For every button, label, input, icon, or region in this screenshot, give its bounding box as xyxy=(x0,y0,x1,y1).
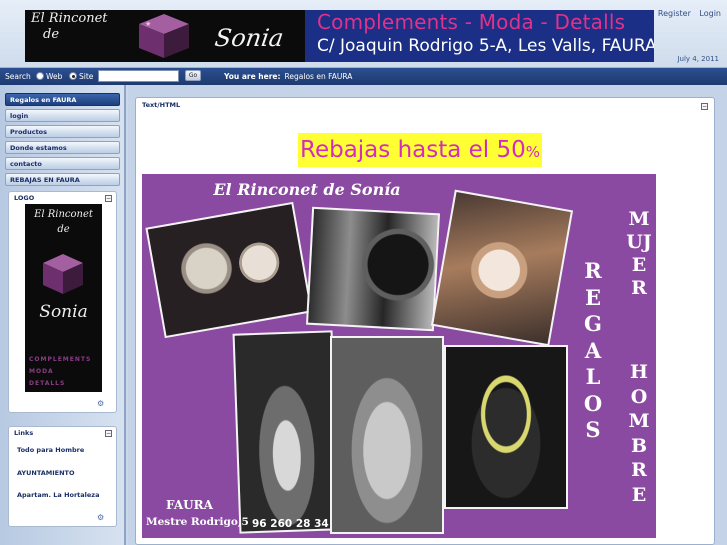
main-content: Text/HTML − Rebajas hasta el 50% El Rinc… xyxy=(128,85,727,545)
sale-percent-sign: % xyxy=(525,143,541,161)
link-apartam-la-hortaleza[interactable]: Apartam. La Hortaleza xyxy=(17,491,99,499)
banner-address: C/ Joaquin Rodrigo 5-A, Les Valls, FAURA xyxy=(317,36,654,56)
nav-item-contacto[interactable]: contacto xyxy=(5,157,120,170)
poster-place: FAURA xyxy=(166,498,213,512)
dress-photo xyxy=(330,336,444,534)
nav-item-login[interactable]: login xyxy=(5,109,120,122)
login-link[interactable]: Login xyxy=(699,9,721,18)
register-link[interactable]: Register xyxy=(658,9,691,18)
header-date: July 4, 2011 xyxy=(677,55,719,63)
logo-tag: DETALLS xyxy=(29,380,66,387)
link-todo-para-hombre[interactable]: Todo para Hombre xyxy=(17,446,84,454)
handbag-photo xyxy=(232,330,340,534)
site-header: El Rinconet de ★ Sonia Complements - Mod… xyxy=(0,0,727,68)
header-links: Register Login xyxy=(652,9,721,18)
banner-tagline: Complements - Moda - Detalls xyxy=(317,10,626,34)
nav-item-rebajas-en-faura[interactable]: REBAJAS EN FAURA xyxy=(5,173,120,186)
poster-regalos: REGALOS xyxy=(583,258,603,442)
cube-logo-icon xyxy=(43,254,83,294)
radio-web-icon[interactable] xyxy=(36,72,44,80)
collapse-icon[interactable]: − xyxy=(701,103,708,110)
site-logo[interactable]: El Rinconet de Sonia COMPLEMENTS MODA DE… xyxy=(25,204,102,392)
logo-name: Sonia xyxy=(39,302,88,322)
promo-poster: El Rinconet de Sonía REGALOS MUJER HOMBR… xyxy=(142,174,656,538)
breadcrumb-prefix: You are here: xyxy=(224,72,281,81)
search-input[interactable] xyxy=(98,70,179,82)
breadcrumb: You are here: Regalos en FAURA xyxy=(224,72,352,81)
nav-item-regalos-en-faura[interactable]: Regalos en FAURA xyxy=(5,93,120,106)
logo-script: El Rinconet de xyxy=(25,207,102,237)
poster-phone: 96 260 28 34 xyxy=(252,518,329,530)
logo-line1: El Rinconet xyxy=(34,209,93,220)
banner-script-line2: de xyxy=(43,27,60,42)
logo-tags: COMPLEMENTS MODA DETALLS xyxy=(29,354,91,390)
search-bar: Search Web Site Go You are here: Regalos … xyxy=(0,68,727,85)
nav-item-donde-estamos[interactable]: Donde estamos xyxy=(5,141,120,154)
logo-line2: de xyxy=(57,224,70,235)
gold-watch-photo xyxy=(430,189,574,347)
bracelets-photo xyxy=(305,206,441,332)
logo-tag: MODA xyxy=(29,368,54,375)
banner-script-line1: El Rinconet xyxy=(31,11,108,26)
banner-info: Complements - Moda - Detalls C/ Joaquin … xyxy=(305,10,654,62)
search-label: Search xyxy=(5,72,31,81)
logo-tag: COMPLEMENTS xyxy=(29,356,92,363)
svg-text:★: ★ xyxy=(145,20,151,28)
sale-heading: Rebajas hasta el 50% xyxy=(298,133,543,167)
banner-name: Sonia xyxy=(213,24,286,52)
links-panel: Links − Todo para Hombre AYUNTAMIENTO Ap… xyxy=(8,426,117,527)
poster-mujer: MUJER xyxy=(626,208,652,299)
edit-settings-icon[interactable]: ⚙ xyxy=(97,514,107,522)
cube-logo-icon: ★ xyxy=(139,14,189,58)
necklace-photo xyxy=(444,345,568,509)
sale-text: Rebajas hasta el 50 xyxy=(300,137,526,163)
left-sidebar: Regalos en FAURA login Productos Donde e… xyxy=(0,85,126,545)
watches-photo xyxy=(145,201,313,339)
collapse-icon[interactable]: − xyxy=(105,430,112,437)
banner-script-text: El Rinconet de xyxy=(31,11,108,43)
breadcrumb-current[interactable]: Regalos en FAURA xyxy=(285,72,353,81)
poster-hombre: HOMBRE xyxy=(628,361,650,506)
link-ayuntamiento[interactable]: AYUNTAMIENTO xyxy=(17,469,75,477)
logo-panel-title: LOGO xyxy=(14,194,35,202)
header-banner: El Rinconet de ★ Sonia Complements - Mod… xyxy=(25,10,654,62)
links-panel-title: Links xyxy=(14,429,34,437)
search-go-button[interactable]: Go xyxy=(185,70,201,81)
collapse-icon[interactable]: − xyxy=(105,195,112,202)
radio-site-label[interactable]: Site xyxy=(79,72,93,81)
logo-panel: LOGO − El Rinconet de Sonia COMPLEMENTS … xyxy=(8,191,117,413)
text-html-panel: Text/HTML − Rebajas hasta el 50% El Rinc… xyxy=(135,97,715,545)
nav-item-productos[interactable]: Productos xyxy=(5,125,120,138)
radio-site-icon[interactable] xyxy=(69,72,77,80)
poster-title: El Rinconet de Sonía xyxy=(213,180,401,199)
panel-title: Text/HTML xyxy=(142,101,181,109)
radio-web-label[interactable]: Web xyxy=(46,72,62,81)
poster-street: Mestre Rodrigo,5 xyxy=(146,516,249,528)
edit-settings-icon[interactable]: ⚙ xyxy=(97,400,107,408)
